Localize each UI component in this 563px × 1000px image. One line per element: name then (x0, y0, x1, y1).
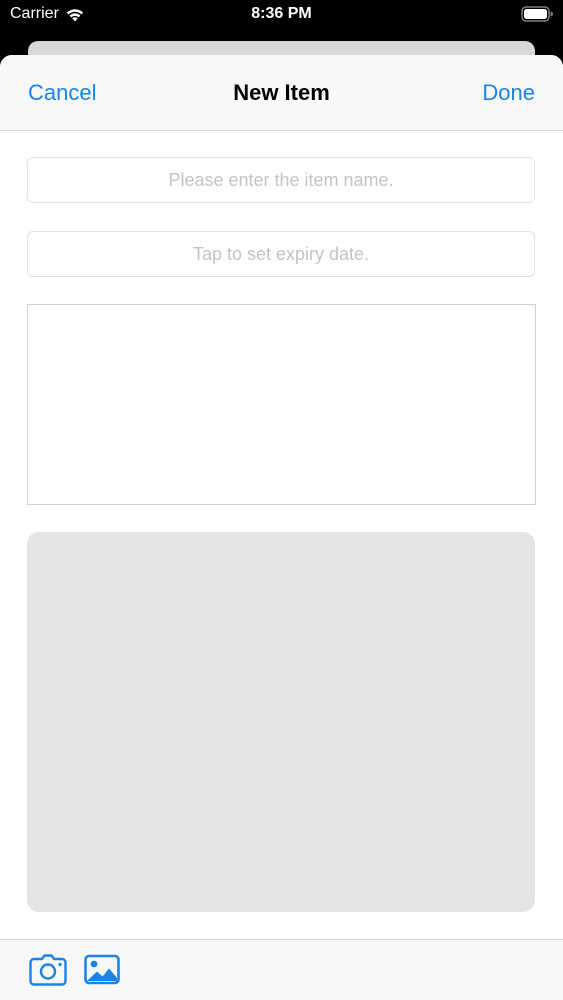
camera-icon[interactable] (29, 954, 67, 986)
status-bar: Carrier 8:36 PM (0, 0, 563, 32)
new-item-sheet: Cancel New Item Done (0, 55, 563, 1000)
expiry-date-input[interactable] (28, 242, 534, 266)
screen: Carrier 8:36 PM Cancel New Item Done (0, 0, 563, 1000)
item-name-field[interactable] (27, 157, 535, 203)
photo-library-icon[interactable] (84, 954, 120, 986)
status-time: 8:36 PM (251, 5, 312, 22)
navigation-bar: Cancel New Item Done (0, 55, 563, 131)
bottom-toolbar (0, 939, 563, 1000)
notes-text-area[interactable] (27, 304, 536, 505)
done-button[interactable]: Done (482, 80, 535, 106)
battery-icon (521, 6, 553, 22)
expiry-date-field[interactable] (27, 231, 535, 277)
item-image-placeholder (27, 532, 535, 912)
page-title: New Item (233, 80, 330, 105)
item-name-input[interactable] (28, 168, 534, 192)
battery-indicator (521, 6, 553, 22)
